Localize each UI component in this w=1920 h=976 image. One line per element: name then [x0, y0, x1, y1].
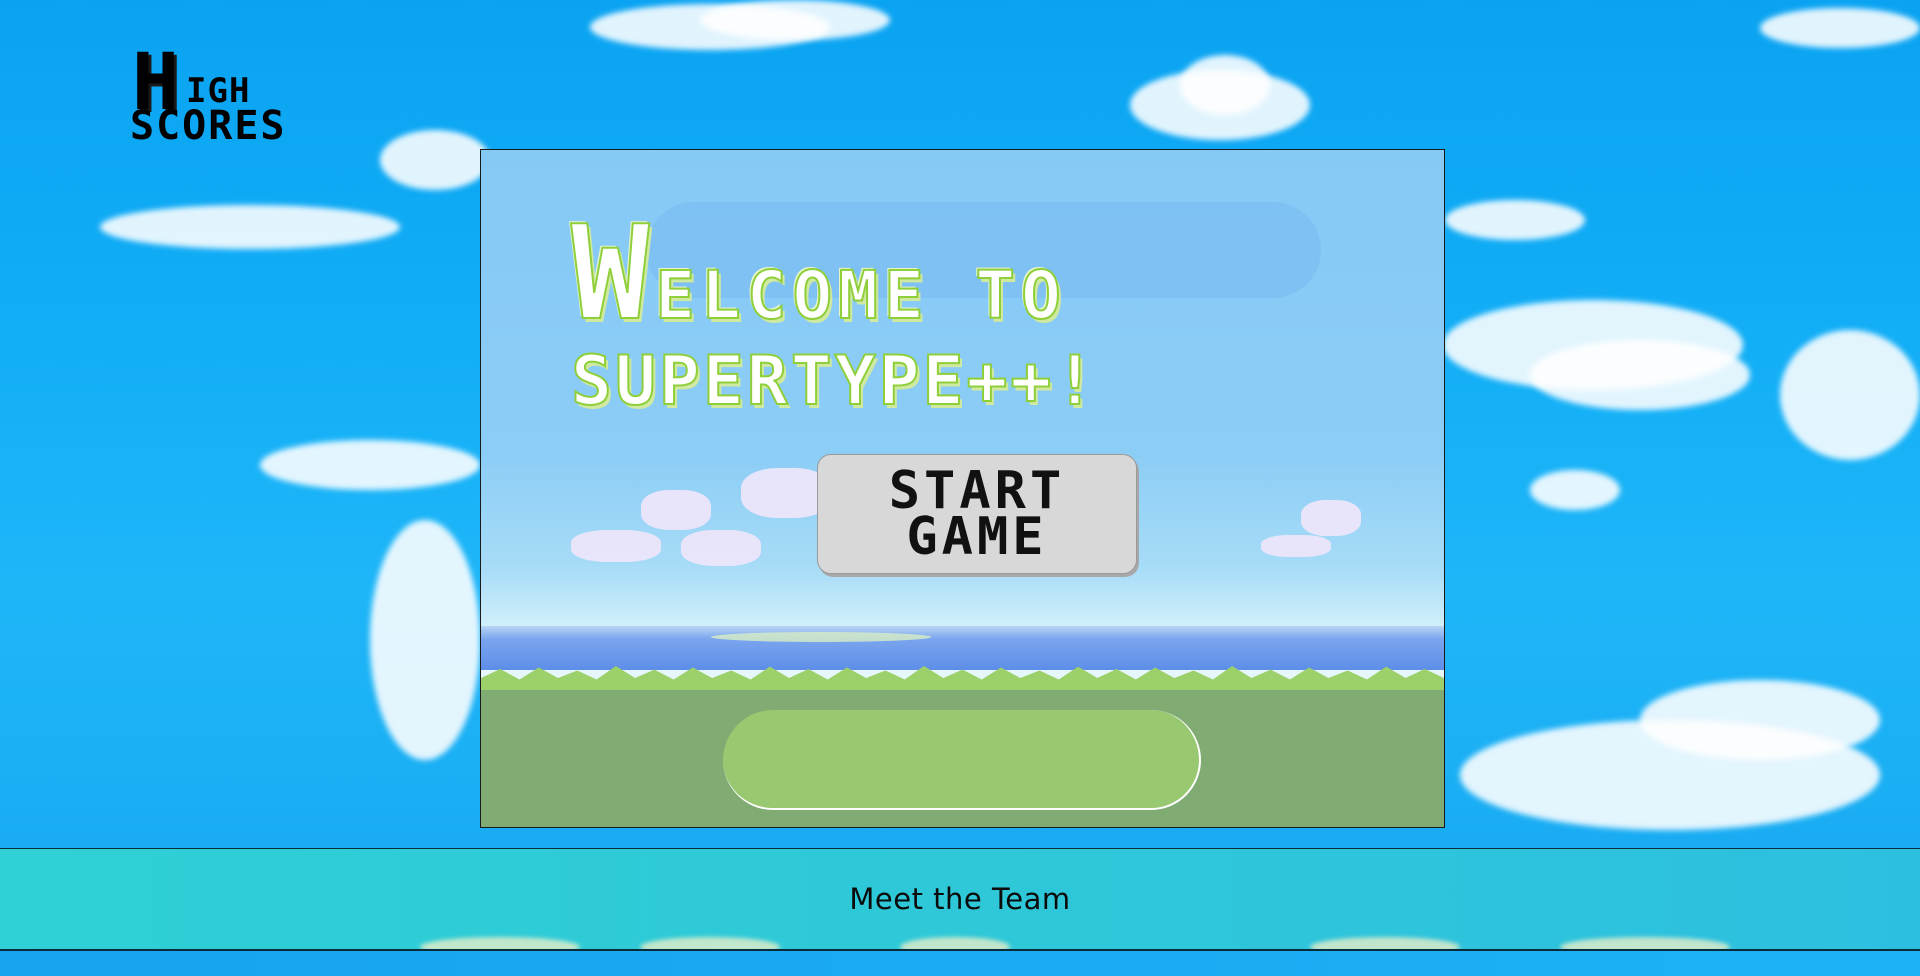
pixel-cloud: [1261, 535, 1331, 557]
title-line-2: SUPERTYPE++!: [570, 342, 1099, 421]
pixel-cloud: [571, 530, 661, 562]
high-scores-link[interactable]: H IGH SCORES: [128, 44, 358, 154]
title-cap-letter: W: [570, 197, 656, 349]
footer-cloud: [1310, 937, 1460, 949]
footer-cloud: [640, 937, 780, 949]
footer-cloud: [900, 937, 1010, 949]
pixel-cloud: [1301, 500, 1361, 536]
sea: [481, 626, 1444, 670]
game-title: WELCOME TO SUPERTYPE++!: [570, 207, 1391, 417]
pixel-cloud: [641, 490, 711, 530]
typing-input[interactable]: [723, 710, 1201, 810]
bottom-strip: [0, 950, 1920, 976]
high-scores-word-scores: SCORES: [130, 103, 287, 149]
game-canvas: WELCOME TO SUPERTYPE++! START GAME: [480, 149, 1445, 828]
start-game-button[interactable]: START GAME: [817, 454, 1137, 574]
title-line-1: WELCOME TO: [570, 207, 1067, 339]
pixel-cloud: [681, 530, 761, 566]
sea-reflection: [711, 632, 931, 642]
footer-cloud: [420, 937, 580, 949]
title-line-1-rest: ELCOME TO: [654, 257, 1067, 334]
footer-bar: Meet the Team: [0, 848, 1920, 950]
meet-the-team-link[interactable]: Meet the Team: [849, 882, 1070, 916]
footer-cloud: [1560, 937, 1730, 949]
